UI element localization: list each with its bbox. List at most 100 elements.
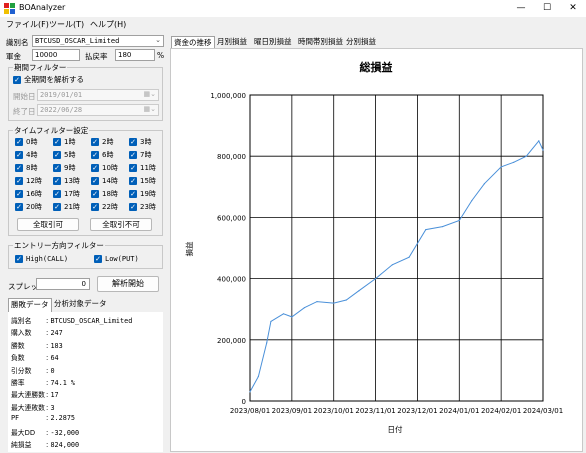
profit-data-point	[391, 264, 393, 266]
profit-data-point	[358, 290, 360, 292]
hour-label: 2時	[102, 138, 114, 146]
all-period-label: 全期間を解析する	[24, 75, 84, 84]
hour-label: 21時	[64, 203, 80, 211]
check-icon: ✓	[91, 203, 99, 211]
profit-data-point	[282, 313, 285, 315]
x-tick-label: 2024/01/01	[439, 407, 479, 415]
hour-checkbox-12[interactable]: ✓ 12時	[15, 176, 42, 186]
hour-checkbox-14[interactable]: ✓ 14時	[91, 176, 118, 186]
check-icon: ✓	[91, 138, 99, 146]
hour-checkbox-1[interactable]: ✓ 1時	[53, 137, 75, 147]
check-icon: ✓	[15, 177, 23, 185]
hour-checkbox-7[interactable]: ✓ 7時	[129, 150, 151, 160]
hour-checkbox-2[interactable]: ✓ 2時	[91, 137, 113, 147]
check-icon: ✓	[129, 151, 137, 159]
tab-weekday[interactable]: 曜日別損益	[252, 36, 294, 48]
hour-checkbox-22[interactable]: ✓ 22時	[91, 202, 118, 212]
chart-panel: 総損益 日付 損益 2023/08/01 2023/09/01 2023/10/01…	[170, 48, 583, 452]
hour-checkbox-16[interactable]: ✓ 16時	[15, 189, 42, 199]
start-date-value: 2019/01/01	[40, 91, 83, 99]
hour-checkbox-9[interactable]: ✓ 9時	[53, 163, 75, 173]
hour-label: 1時	[64, 138, 76, 146]
hour-checkbox-18[interactable]: ✓ 18時	[91, 189, 118, 199]
tab-minute[interactable]: 分別損益	[344, 36, 378, 48]
hour-checkbox-17[interactable]: ✓ 17時	[53, 189, 80, 199]
hour-checkbox-21[interactable]: ✓ 21時	[53, 202, 80, 212]
hour-checkbox-4[interactable]: ✓ 4時	[15, 150, 37, 160]
high-call-label: High(CALL)	[26, 255, 69, 263]
menu-help[interactable]: ヘルプ(H)	[90, 19, 126, 30]
menu-tools[interactable]: ツール(T)	[49, 19, 84, 30]
hour-checkbox-19[interactable]: ✓ 19時	[129, 189, 156, 199]
spread-input[interactable]: 0	[36, 278, 90, 290]
hour-checkbox-5[interactable]: ✓ 5時	[53, 150, 75, 160]
check-icon: ✓	[53, 164, 61, 172]
tab-time-of-day[interactable]: 時間帯別損益	[296, 36, 345, 48]
menu-file[interactable]: ファイル(F)	[6, 19, 49, 30]
hour-label: 5時	[64, 151, 76, 159]
profit-data-point	[257, 375, 259, 378]
period-filter-group: 期間フィルター ✓ 全期間を解析する 開始日 2019/01/01 ▦⌄ 終了日…	[8, 62, 163, 121]
stat-row: 勝率: 74.1 %	[11, 377, 75, 387]
hour-label: 16時	[26, 190, 42, 198]
stat-value: 2.2875	[50, 414, 76, 423]
hour-checkbox-15[interactable]: ✓ 15時	[129, 176, 156, 186]
check-icon: ✓	[53, 151, 61, 159]
hour-label: 12時	[26, 177, 42, 185]
hour-checkbox-11[interactable]: ✓ 11時	[129, 163, 156, 173]
hour-label: 6時	[102, 151, 114, 159]
hour-checkbox-10[interactable]: ✓ 10時	[91, 163, 118, 173]
hour-checkbox-13[interactable]: ✓ 13時	[53, 176, 80, 186]
symbol-label: 識別名	[6, 38, 29, 47]
profit-data-point	[425, 229, 427, 231]
hour-checkbox-23[interactable]: ✓ 23時	[129, 202, 156, 212]
minimize-button[interactable]: —	[510, 0, 532, 17]
check-icon: ✓	[91, 190, 99, 198]
symbol-value: BTCUSD_OSCAR_Limited	[35, 37, 120, 45]
x-tick-label: 2023/09/01	[272, 407, 312, 415]
tab-monthly[interactable]: 月別損益	[215, 36, 249, 48]
tab-results[interactable]: 勝敗データ	[8, 298, 52, 312]
check-icon: ✓	[91, 177, 99, 185]
hour-checkbox-20[interactable]: ✓ 20時	[15, 202, 42, 212]
profit-data-point	[303, 307, 306, 309]
time-filter-title: タイムフィルター設定	[13, 125, 90, 136]
hour-checkbox-3[interactable]: ✓ 3時	[129, 137, 151, 147]
chart-title: 総損益	[360, 60, 393, 74]
hour-checkbox-0[interactable]: ✓ 0時	[15, 137, 37, 147]
y-tick-label: 200,000	[217, 337, 246, 345]
all-period-checkbox[interactable]: ✓ 全期間を解析する	[13, 74, 84, 85]
title-bar: BOAnalyzer — ☐ ✕	[0, 0, 586, 17]
check-icon: ✓	[129, 203, 137, 211]
hour-checkbox-8[interactable]: ✓ 8時	[15, 163, 37, 173]
hour-label: 15時	[140, 177, 156, 185]
close-button[interactable]: ✕	[562, 0, 584, 17]
hour-label: 7時	[140, 151, 152, 159]
start-analysis-button[interactable]: 解析開始	[97, 276, 159, 292]
profit-data-point	[525, 155, 527, 157]
profit-data-point	[316, 300, 318, 303]
select-all-button[interactable]: 全取引可	[17, 218, 79, 231]
y-tick-label: 600,000	[217, 214, 246, 222]
maximize-button[interactable]: ☐	[536, 0, 558, 17]
stat-value: 183	[50, 341, 63, 350]
plot-frame	[249, 94, 544, 402]
symbol-select[interactable]: BTCUSD_OSCAR_Limited ⌄	[32, 35, 164, 47]
profit-data-point	[345, 299, 347, 301]
high-call-checkbox[interactable]: ✓ High(CALL)	[15, 255, 68, 263]
end-date-picker[interactable]: 2022/06/28 ▦⌄	[37, 104, 159, 116]
tab-fund-transition[interactable]: 資金の推移	[171, 36, 215, 48]
hour-checkbox-6[interactable]: ✓ 6時	[91, 150, 113, 160]
payout-input[interactable]: 180	[115, 49, 155, 61]
check-icon: ✓	[15, 138, 23, 146]
deselect-all-button[interactable]: 全取引不可	[90, 218, 152, 231]
hour-label: 10時	[102, 164, 118, 172]
funds-input[interactable]: 10000	[32, 49, 80, 61]
start-date-picker[interactable]: 2019/01/01 ▦⌄	[37, 89, 159, 101]
tab-analysis-data[interactable]: 分析対象データ	[52, 298, 109, 310]
stat-value: 0	[50, 366, 55, 375]
chevron-down-icon: ⌄	[155, 36, 161, 44]
profit-data-point	[483, 183, 485, 185]
low-put-checkbox[interactable]: ✓ Low(PUT)	[94, 255, 139, 263]
stat-row: 最大DD: -32,000	[11, 427, 79, 437]
